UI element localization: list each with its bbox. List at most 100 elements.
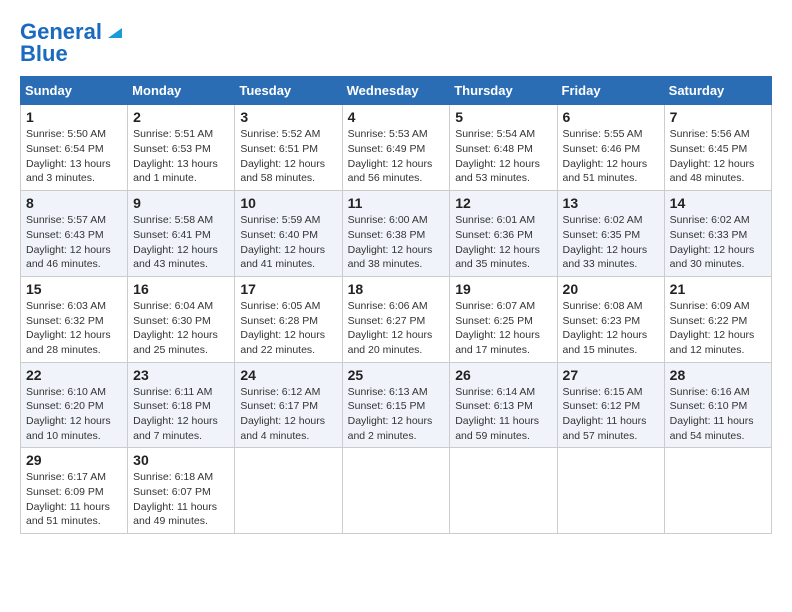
calendar-cell: 6 Sunrise: 5:55 AMSunset: 6:46 PMDayligh…	[557, 105, 664, 191]
day-info: Sunrise: 6:14 AMSunset: 6:13 PMDaylight:…	[455, 386, 539, 442]
calendar-table: SundayMondayTuesdayWednesdayThursdayFrid…	[20, 76, 772, 534]
day-number: 19	[455, 281, 551, 297]
calendar-cell: 8 Sunrise: 5:57 AMSunset: 6:43 PMDayligh…	[21, 191, 128, 277]
calendar-week-3: 22 Sunrise: 6:10 AMSunset: 6:20 PMDaylig…	[21, 362, 772, 448]
calendar-week-0: 1 Sunrise: 5:50 AMSunset: 6:54 PMDayligh…	[21, 105, 772, 191]
day-info: Sunrise: 6:18 AMSunset: 6:07 PMDaylight:…	[133, 471, 217, 527]
day-info: Sunrise: 5:59 AMSunset: 6:40 PMDaylight:…	[240, 214, 325, 270]
day-number: 3	[240, 109, 336, 125]
logo-icon	[104, 22, 122, 40]
day-info: Sunrise: 6:02 AMSunset: 6:35 PMDaylight:…	[563, 214, 648, 270]
day-info: Sunrise: 6:01 AMSunset: 6:36 PMDaylight:…	[455, 214, 540, 270]
day-info: Sunrise: 6:11 AMSunset: 6:18 PMDaylight:…	[133, 386, 218, 442]
day-number: 9	[133, 195, 229, 211]
calendar-cell	[557, 448, 664, 534]
day-number: 1	[26, 109, 122, 125]
dow-header-sunday: Sunday	[21, 77, 128, 105]
calendar-cell: 17 Sunrise: 6:05 AMSunset: 6:28 PMDaylig…	[235, 276, 342, 362]
day-info: Sunrise: 5:54 AMSunset: 6:48 PMDaylight:…	[455, 128, 540, 184]
calendar-cell: 19 Sunrise: 6:07 AMSunset: 6:25 PMDaylig…	[450, 276, 557, 362]
day-info: Sunrise: 5:53 AMSunset: 6:49 PMDaylight:…	[348, 128, 433, 184]
page-header: General Blue	[20, 20, 772, 66]
dow-header-monday: Monday	[128, 77, 235, 105]
day-number: 7	[670, 109, 766, 125]
day-info: Sunrise: 5:56 AMSunset: 6:45 PMDaylight:…	[670, 128, 755, 184]
dow-header-thursday: Thursday	[450, 77, 557, 105]
day-info: Sunrise: 5:57 AMSunset: 6:43 PMDaylight:…	[26, 214, 111, 270]
day-number: 18	[348, 281, 445, 297]
day-info: Sunrise: 6:03 AMSunset: 6:32 PMDaylight:…	[26, 300, 111, 356]
calendar-cell: 28 Sunrise: 6:16 AMSunset: 6:10 PMDaylig…	[664, 362, 771, 448]
calendar-cell: 23 Sunrise: 6:11 AMSunset: 6:18 PMDaylig…	[128, 362, 235, 448]
calendar-cell: 4 Sunrise: 5:53 AMSunset: 6:49 PMDayligh…	[342, 105, 450, 191]
calendar-cell: 20 Sunrise: 6:08 AMSunset: 6:23 PMDaylig…	[557, 276, 664, 362]
day-number: 30	[133, 452, 229, 468]
dow-header-friday: Friday	[557, 77, 664, 105]
day-number: 2	[133, 109, 229, 125]
day-number: 29	[26, 452, 122, 468]
calendar-cell	[235, 448, 342, 534]
calendar-cell: 3 Sunrise: 5:52 AMSunset: 6:51 PMDayligh…	[235, 105, 342, 191]
day-info: Sunrise: 5:51 AMSunset: 6:53 PMDaylight:…	[133, 128, 218, 184]
calendar-week-4: 29 Sunrise: 6:17 AMSunset: 6:09 PMDaylig…	[21, 448, 772, 534]
calendar-cell: 18 Sunrise: 6:06 AMSunset: 6:27 PMDaylig…	[342, 276, 450, 362]
day-number: 6	[563, 109, 659, 125]
day-info: Sunrise: 6:04 AMSunset: 6:30 PMDaylight:…	[133, 300, 218, 356]
day-number: 5	[455, 109, 551, 125]
calendar-cell: 14 Sunrise: 6:02 AMSunset: 6:33 PMDaylig…	[664, 191, 771, 277]
calendar-cell: 1 Sunrise: 5:50 AMSunset: 6:54 PMDayligh…	[21, 105, 128, 191]
day-number: 21	[670, 281, 766, 297]
day-number: 24	[240, 367, 336, 383]
day-number: 14	[670, 195, 766, 211]
day-number: 8	[26, 195, 122, 211]
day-number: 28	[670, 367, 766, 383]
dow-header-wednesday: Wednesday	[342, 77, 450, 105]
calendar-week-1: 8 Sunrise: 5:57 AMSunset: 6:43 PMDayligh…	[21, 191, 772, 277]
day-number: 13	[563, 195, 659, 211]
day-info: Sunrise: 6:09 AMSunset: 6:22 PMDaylight:…	[670, 300, 755, 356]
day-info: Sunrise: 5:50 AMSunset: 6:54 PMDaylight:…	[26, 128, 111, 184]
day-number: 11	[348, 195, 445, 211]
day-info: Sunrise: 6:05 AMSunset: 6:28 PMDaylight:…	[240, 300, 325, 356]
calendar-cell	[450, 448, 557, 534]
calendar-cell: 25 Sunrise: 6:13 AMSunset: 6:15 PMDaylig…	[342, 362, 450, 448]
day-number: 15	[26, 281, 122, 297]
day-number: 20	[563, 281, 659, 297]
logo-text2: Blue	[20, 42, 68, 66]
calendar-cell: 15 Sunrise: 6:03 AMSunset: 6:32 PMDaylig…	[21, 276, 128, 362]
calendar-cell: 27 Sunrise: 6:15 AMSunset: 6:12 PMDaylig…	[557, 362, 664, 448]
day-info: Sunrise: 6:06 AMSunset: 6:27 PMDaylight:…	[348, 300, 433, 356]
day-info: Sunrise: 6:10 AMSunset: 6:20 PMDaylight:…	[26, 386, 111, 442]
day-number: 23	[133, 367, 229, 383]
day-number: 25	[348, 367, 445, 383]
day-number: 12	[455, 195, 551, 211]
calendar-cell: 11 Sunrise: 6:00 AMSunset: 6:38 PMDaylig…	[342, 191, 450, 277]
calendar-cell: 10 Sunrise: 5:59 AMSunset: 6:40 PMDaylig…	[235, 191, 342, 277]
calendar-cell: 16 Sunrise: 6:04 AMSunset: 6:30 PMDaylig…	[128, 276, 235, 362]
day-number: 10	[240, 195, 336, 211]
calendar-cell: 26 Sunrise: 6:14 AMSunset: 6:13 PMDaylig…	[450, 362, 557, 448]
calendar-cell: 22 Sunrise: 6:10 AMSunset: 6:20 PMDaylig…	[21, 362, 128, 448]
day-info: Sunrise: 6:17 AMSunset: 6:09 PMDaylight:…	[26, 471, 110, 527]
day-number: 17	[240, 281, 336, 297]
calendar-cell: 24 Sunrise: 6:12 AMSunset: 6:17 PMDaylig…	[235, 362, 342, 448]
day-info: Sunrise: 6:00 AMSunset: 6:38 PMDaylight:…	[348, 214, 433, 270]
day-info: Sunrise: 6:12 AMSunset: 6:17 PMDaylight:…	[240, 386, 325, 442]
day-number: 26	[455, 367, 551, 383]
day-number: 16	[133, 281, 229, 297]
day-info: Sunrise: 5:58 AMSunset: 6:41 PMDaylight:…	[133, 214, 218, 270]
day-info: Sunrise: 6:13 AMSunset: 6:15 PMDaylight:…	[348, 386, 433, 442]
day-info: Sunrise: 6:15 AMSunset: 6:12 PMDaylight:…	[563, 386, 647, 442]
calendar-cell	[664, 448, 771, 534]
calendar-cell: 9 Sunrise: 5:58 AMSunset: 6:41 PMDayligh…	[128, 191, 235, 277]
dow-header-tuesday: Tuesday	[235, 77, 342, 105]
calendar-cell: 5 Sunrise: 5:54 AMSunset: 6:48 PMDayligh…	[450, 105, 557, 191]
calendar-cell: 29 Sunrise: 6:17 AMSunset: 6:09 PMDaylig…	[21, 448, 128, 534]
day-info: Sunrise: 6:08 AMSunset: 6:23 PMDaylight:…	[563, 300, 648, 356]
day-number: 4	[348, 109, 445, 125]
calendar-cell	[342, 448, 450, 534]
calendar-cell: 7 Sunrise: 5:56 AMSunset: 6:45 PMDayligh…	[664, 105, 771, 191]
day-info: Sunrise: 6:07 AMSunset: 6:25 PMDaylight:…	[455, 300, 540, 356]
calendar-cell: 13 Sunrise: 6:02 AMSunset: 6:35 PMDaylig…	[557, 191, 664, 277]
calendar-cell: 30 Sunrise: 6:18 AMSunset: 6:07 PMDaylig…	[128, 448, 235, 534]
